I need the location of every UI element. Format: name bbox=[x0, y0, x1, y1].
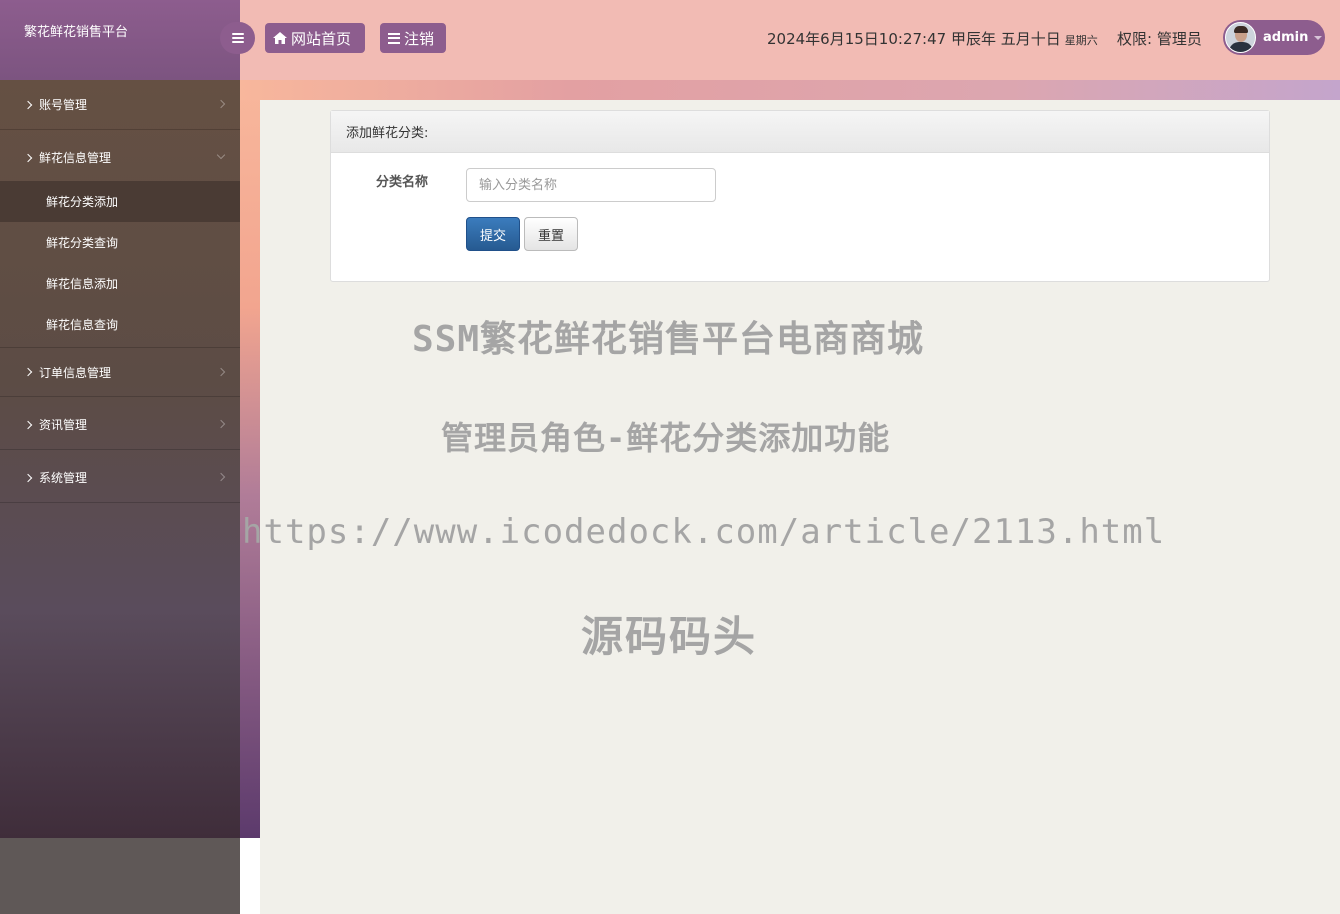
sidebar-item-label: 鲜花信息管理 bbox=[39, 151, 112, 165]
sidebar-footer bbox=[0, 838, 240, 914]
sidebar-subitem-category-query[interactable]: 鲜花分类查询 bbox=[0, 222, 240, 263]
hamburger-icon bbox=[231, 33, 244, 43]
submit-button[interactable]: 提交 bbox=[466, 217, 520, 251]
home-button[interactable]: 网站首页 bbox=[265, 23, 365, 53]
home-button-label: 网站首页 bbox=[291, 29, 352, 48]
reset-button[interactable]: 重置 bbox=[524, 217, 578, 251]
chevron-right-icon bbox=[23, 153, 33, 162]
sidebar-subitem-label: 鲜花信息添加 bbox=[46, 277, 119, 291]
header: 繁花鲜花销售平台 网站首页 注销 2024年6月15日10:27:47 甲辰年 … bbox=[0, 0, 1340, 80]
chevron-right-icon bbox=[23, 420, 33, 429]
arrow-down-icon bbox=[216, 150, 226, 160]
category-name-input[interactable] bbox=[466, 168, 716, 202]
caret-down-icon bbox=[1314, 35, 1323, 40]
username: admin bbox=[1263, 30, 1309, 45]
sidebar-subitem-label: 鲜花分类添加 bbox=[46, 195, 119, 209]
sidebar-subitem-category-add[interactable]: 鲜花分类添加 bbox=[0, 181, 240, 222]
logout-button-label: 注销 bbox=[404, 29, 435, 48]
home-icon bbox=[273, 32, 287, 44]
sidebar-item-news[interactable]: 资讯管理 bbox=[0, 400, 240, 450]
accent-strip-top bbox=[240, 80, 1340, 100]
list-icon bbox=[388, 32, 400, 44]
accent-strip-left bbox=[240, 80, 260, 838]
datetime-text: 2024年6月15日10:27:47 甲辰年 五月十日 bbox=[767, 30, 1061, 48]
sidebar-item-label: 账号管理 bbox=[39, 98, 88, 112]
chevron-right-icon bbox=[23, 473, 33, 482]
arrow-right-icon bbox=[216, 99, 226, 109]
sidebar-item-orders[interactable]: 订单信息管理 bbox=[0, 347, 240, 397]
sidebar-item-system[interactable]: 系统管理 bbox=[0, 453, 240, 503]
chevron-right-icon bbox=[23, 367, 33, 377]
sidebar-item-account[interactable]: 账号管理 bbox=[0, 80, 240, 130]
brand-area: 繁花鲜花销售平台 bbox=[0, 0, 240, 80]
arrow-right-icon bbox=[216, 472, 226, 482]
permission-text: 权限: 管理员 bbox=[1117, 30, 1202, 48]
watermark-line-2: 管理员角色-鲜花分类添加功能 bbox=[441, 419, 891, 457]
arrow-right-icon bbox=[216, 367, 226, 377]
sidebar-item-flower-info[interactable]: 鲜花信息管理 bbox=[0, 133, 240, 183]
chevron-right-icon bbox=[23, 100, 33, 109]
user-menu[interactable]: admin bbox=[1223, 20, 1325, 55]
sidebar-item-label: 订单信息管理 bbox=[39, 365, 112, 380]
category-name-label: 分类名称 bbox=[376, 175, 429, 190]
weekday-text: 星期六 bbox=[1064, 34, 1098, 47]
avatar bbox=[1225, 22, 1256, 53]
sidebar-subitem-label: 鲜花分类查询 bbox=[46, 236, 119, 250]
app-title: 繁花鲜花销售平台 bbox=[24, 25, 129, 40]
sidebar-item-label: 系统管理 bbox=[39, 471, 88, 485]
sidebar-subitem-flower-add[interactable]: 鲜花信息添加 bbox=[0, 263, 240, 304]
watermark-line-3: https://www.icodedock.com/article/2113.h… bbox=[242, 512, 1166, 552]
logout-button[interactable]: 注销 bbox=[380, 23, 446, 53]
datetime-display: 2024年6月15日10:27:47 甲辰年 五月十日 星期六 bbox=[767, 28, 1098, 49]
watermark-line-1: SSM繁花鲜花销售平台电商商城 bbox=[412, 319, 925, 360]
arrow-right-icon bbox=[216, 419, 226, 429]
panel-heading: 添加鲜花分类: bbox=[331, 111, 1269, 153]
sidebar-subitem-flower-query[interactable]: 鲜花信息查询 bbox=[0, 304, 240, 345]
sidebar-subitem-label: 鲜花信息查询 bbox=[46, 318, 119, 332]
sidebar: 账号管理 鲜花信息管理 鲜花分类添加 鲜花分类查询 鲜花信息添加 鲜花信息查询 … bbox=[0, 80, 240, 838]
sidebar-toggle-button[interactable] bbox=[220, 22, 255, 54]
watermark-line-4: 源码码头 bbox=[581, 612, 758, 661]
sidebar-item-label: 资讯管理 bbox=[39, 418, 88, 432]
